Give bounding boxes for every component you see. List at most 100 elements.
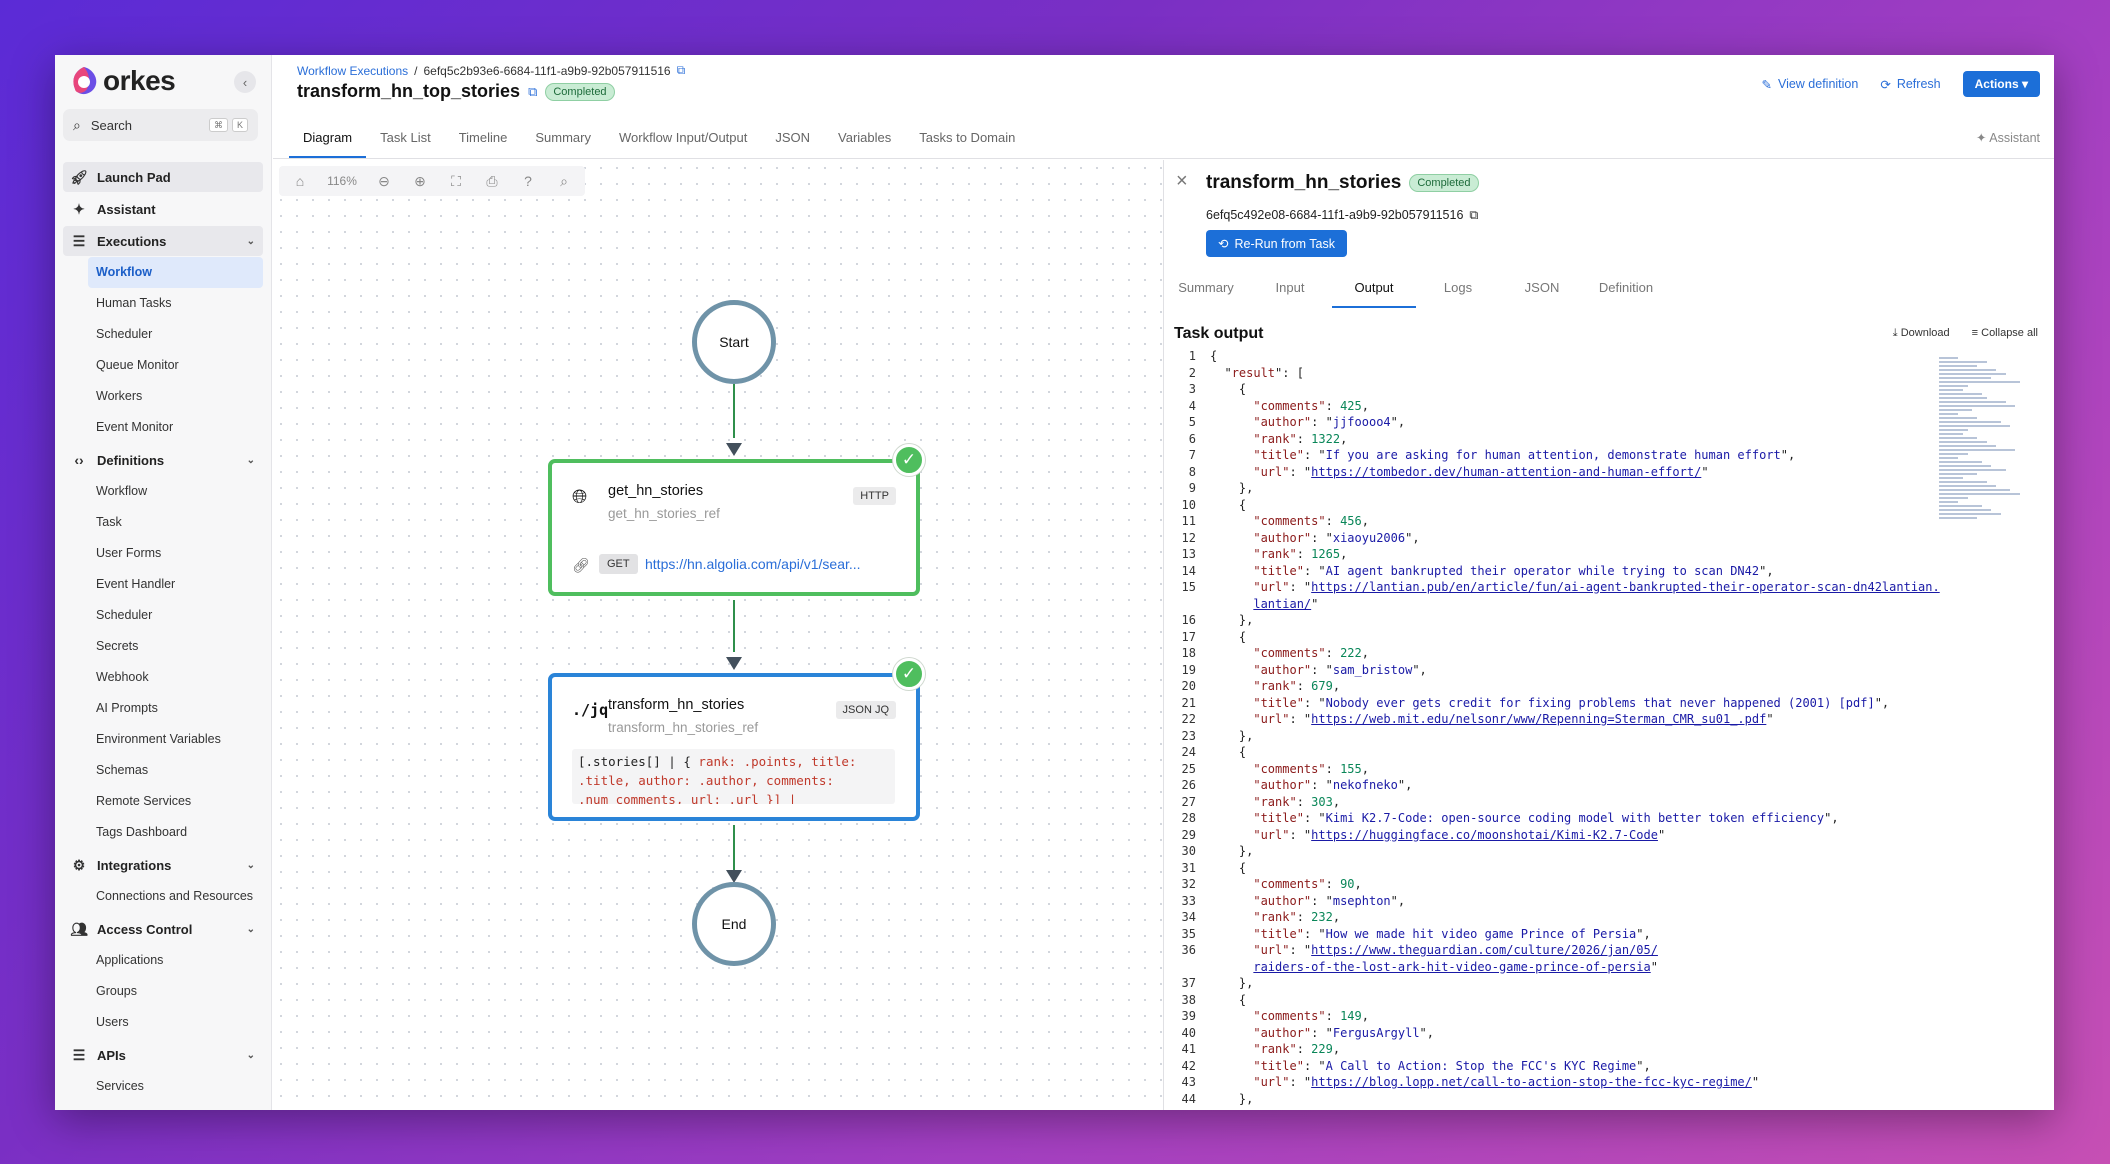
- minimap-line: [1939, 405, 2015, 407]
- sidebar-subitem-event-handler[interactable]: Event Handler: [63, 569, 263, 600]
- sidebar-subitem-ai-prompts[interactable]: AI Prompts: [63, 693, 263, 724]
- tab-task-list[interactable]: Task List: [366, 117, 445, 158]
- collapse-all-button[interactable]: ≡ Collapse all: [1972, 327, 2038, 340]
- sidebar-subitem-task[interactable]: Task: [63, 507, 263, 538]
- sidebar-subitem-queue-monitor[interactable]: Queue Monitor: [63, 350, 263, 381]
- tab-workflow-input-output[interactable]: Workflow Input/Output: [605, 117, 761, 158]
- tab-variables[interactable]: Variables: [824, 117, 905, 158]
- sidebar-subitem-schemas[interactable]: Schemas: [63, 755, 263, 786]
- diagram-canvas[interactable]: ⌂ 116% ⊖ ⊕ ⛶ ⎙ ? ⌕ Start 🌐︎ get_hn_stori…: [273, 160, 1163, 1110]
- minimap-line: [1939, 461, 1982, 463]
- collapse-sidebar-button[interactable]: ‹: [234, 71, 256, 93]
- rerun-label: Re-Run from Task: [1234, 236, 1335, 251]
- sidebar-item-access-control[interactable]: 👥︎ Access Control ⌄: [63, 914, 263, 944]
- code-line: 32 "comments": 90,: [1174, 876, 1934, 893]
- tab-timeline[interactable]: Timeline: [445, 117, 522, 158]
- minimap-line: [1939, 389, 1963, 391]
- sidebar-subitem-scheduler[interactable]: Scheduler: [63, 319, 263, 350]
- sidebar-subitem-environment-variables[interactable]: Environment Variables: [63, 724, 263, 755]
- chevron-down-icon[interactable]: ⌄: [247, 924, 255, 935]
- chevron-down-icon[interactable]: ⌄: [247, 455, 255, 466]
- json-output-viewer[interactable]: 1{2 "result": [3 {4 "comments": 425, 5 "a…: [1174, 348, 1940, 1110]
- detail-tab-json[interactable]: JSON: [1500, 268, 1584, 308]
- minimap-line: [1939, 481, 1987, 483]
- copy-icon[interactable]: ⧉: [677, 63, 686, 78]
- close-icon[interactable]: ×: [1176, 170, 1188, 193]
- start-node[interactable]: Start: [692, 300, 776, 384]
- help-icon[interactable]: ?: [511, 167, 545, 195]
- detail-tab-summary[interactable]: Summary: [1164, 268, 1248, 308]
- chevron-down-icon[interactable]: ⌄: [247, 860, 255, 871]
- detail-tab-output[interactable]: Output: [1332, 268, 1416, 308]
- code-text: "comments": 456,: [1210, 513, 1369, 530]
- code-text: "url": "https://web.mit.edu/nelsonr/www/…: [1210, 711, 1773, 728]
- chevron-down-icon[interactable]: ⌄: [247, 1050, 255, 1061]
- detail-tab-input[interactable]: Input: [1248, 268, 1332, 308]
- sidebar-item-assistant[interactable]: ✦ Assistant: [63, 194, 263, 224]
- line-number: 37: [1181, 976, 1196, 990]
- end-node[interactable]: End: [692, 882, 776, 966]
- code-text: "title": "How we made hit video game Pri…: [1210, 926, 1650, 943]
- copy-title-icon[interactable]: ⧉: [528, 84, 537, 100]
- zoom-in-icon[interactable]: ⊕: [403, 167, 437, 195]
- top-bar: Workflow Executions / 6efq5c2b93e6-6684-…: [273, 55, 2054, 117]
- code-token: "author": [1253, 893, 1312, 908]
- code-token: : ": [1303, 1058, 1326, 1073]
- download-button[interactable]: ⤓ Download: [1893, 327, 1950, 340]
- sidebar-item-definitions[interactable]: ‹› Definitions ⌄: [63, 445, 263, 475]
- sidebar-subitem-users[interactable]: Users: [63, 1007, 263, 1038]
- actions-button[interactable]: Actions ▾: [1962, 71, 2040, 97]
- http-task-node[interactable]: 🌐︎ get_hn_stories get_hn_stories_ref HTT…: [548, 459, 920, 596]
- print-icon[interactable]: ⎙: [475, 167, 509, 195]
- sidebar-subitem-workflow[interactable]: Workflow: [88, 257, 263, 288]
- sidebar-subitem-workers[interactable]: Workers: [63, 381, 263, 412]
- view-definition-button[interactable]: ✎ View definition: [1761, 77, 1858, 92]
- sidebar-item-launch-pad[interactable]: 🚀︎ Launch Pad: [63, 162, 263, 192]
- sidebar-subitem-remote-services[interactable]: Remote Services: [63, 786, 263, 817]
- chevron-down-icon[interactable]: ⌄: [247, 236, 255, 247]
- sidebar-subitem-groups[interactable]: Groups: [63, 976, 263, 1007]
- sidebar-item-label: Launch Pad: [97, 169, 171, 185]
- sidebar-item-integrations[interactable]: ⚙ Integrations ⌄: [63, 850, 263, 880]
- orkes-logo[interactable]: orkes: [69, 65, 176, 97]
- sidebar-subitem-connections-and-resources[interactable]: Connections and Resources: [63, 881, 263, 912]
- code-text: {: [1210, 381, 1246, 398]
- sidebar-subitem-services[interactable]: Services: [63, 1071, 263, 1102]
- sidebar-subitem-applications[interactable]: Applications: [63, 945, 263, 976]
- code-line: 26 "author": "nekofneko",: [1174, 777, 1934, 794]
- tab-json[interactable]: JSON: [761, 117, 824, 158]
- jq-task-node[interactable]: ./jq transform_hn_stories transform_hn_s…: [548, 673, 920, 821]
- code-token: {: [1210, 745, 1247, 759]
- sidebar-subitem-scheduler[interactable]: Scheduler: [63, 600, 263, 631]
- refresh-button[interactable]: ⟳ Refresh: [1880, 77, 1940, 92]
- search-box[interactable]: ⌕ Search ⌘ K: [63, 109, 258, 141]
- sidebar-subitem-workflow[interactable]: Workflow: [63, 476, 263, 507]
- assistant-button[interactable]: ✦ Assistant: [1976, 130, 2040, 145]
- sidebar-subitem-human-tasks[interactable]: Human Tasks: [63, 288, 263, 319]
- zoom-out-icon[interactable]: ⊖: [367, 167, 401, 195]
- sidebar-item-executions[interactable]: ☰ Executions ⌄: [63, 226, 263, 256]
- tab-summary[interactable]: Summary: [521, 117, 605, 158]
- sidebar-item-apis[interactable]: ☰ APIs ⌄: [63, 1040, 263, 1070]
- code-minimap[interactable]: [1939, 355, 2034, 645]
- sidebar-subitem-secrets[interactable]: Secrets: [63, 631, 263, 662]
- detail-tab-definition[interactable]: Definition: [1584, 268, 1668, 308]
- detail-tab-logs[interactable]: Logs: [1416, 268, 1500, 308]
- code-token: ",: [1419, 1025, 1434, 1040]
- code-token: : ": [1311, 662, 1333, 677]
- jq-expr-line1: rank: .points, title:: [698, 754, 857, 769]
- tab-tasks-to-domain[interactable]: Tasks to Domain: [905, 117, 1029, 158]
- sidebar-subitem-webhook[interactable]: Webhook: [63, 662, 263, 693]
- breadcrumb-workflow-executions[interactable]: Workflow Executions: [297, 64, 408, 78]
- sidebar-subitem-event-monitor[interactable]: Event Monitor: [63, 412, 263, 443]
- tab-diagram[interactable]: Diagram: [289, 117, 367, 158]
- rerun-from-task-button[interactable]: ⟲ Re-Run from Task: [1206, 230, 1347, 257]
- home-icon[interactable]: ⌂: [283, 167, 317, 195]
- code-token: : ": [1311, 415, 1333, 429]
- sidebar-subitem-tags-dashboard[interactable]: Tags Dashboard: [63, 817, 263, 848]
- sidebar-subitem-user-forms[interactable]: User Forms: [63, 538, 263, 569]
- search-diagram-icon[interactable]: ⌕: [547, 167, 581, 195]
- copy-icon[interactable]: ⧉: [1469, 208, 1478, 223]
- fit-screen-icon[interactable]: ⛶: [439, 167, 473, 195]
